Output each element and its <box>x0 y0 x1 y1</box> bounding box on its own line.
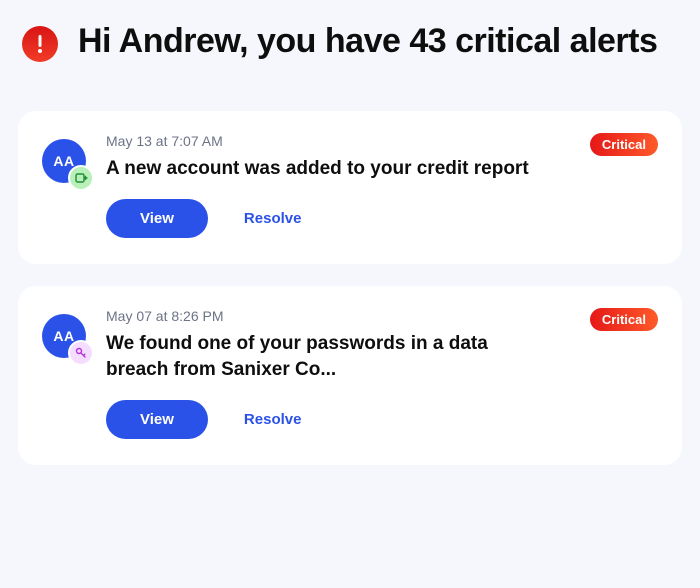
page-title: Hi Andrew, you have 43 critical alerts <box>78 20 657 63</box>
card-body: May 07 at 8:26 PM Critical We found one … <box>106 308 658 439</box>
resolve-button[interactable]: Resolve <box>244 210 302 227</box>
account-added-icon <box>68 165 94 191</box>
avatar-wrap: AA <box>42 314 86 358</box>
severity-badge: Critical <box>590 308 658 331</box>
view-button[interactable]: View <box>106 199 208 238</box>
alert-actions: View Resolve <box>106 400 658 439</box>
resolve-button[interactable]: Resolve <box>244 411 302 428</box>
card-body: May 13 at 7:07 AM Critical A new account… <box>106 133 658 239</box>
alert-title: A new account was added to your credit r… <box>106 156 536 182</box>
alert-card: AA May 07 at 8:26 PM Critical We found o… <box>18 286 682 465</box>
avatar-wrap: AA <box>42 139 86 183</box>
view-button[interactable]: View <box>106 400 208 439</box>
alert-card: AA May 13 at 7:07 AM Critical A new acco… <box>18 111 682 265</box>
exclamation-icon <box>22 26 58 62</box>
severity-badge: Critical <box>590 133 658 156</box>
page-header: Hi Andrew, you have 43 critical alerts <box>18 20 682 63</box>
alert-actions: View Resolve <box>106 199 658 238</box>
alert-title: We found one of your passwords in a data… <box>106 331 536 382</box>
alert-timestamp: May 07 at 8:26 PM <box>106 308 224 324</box>
key-icon <box>68 340 94 366</box>
alert-timestamp: May 13 at 7:07 AM <box>106 133 223 149</box>
